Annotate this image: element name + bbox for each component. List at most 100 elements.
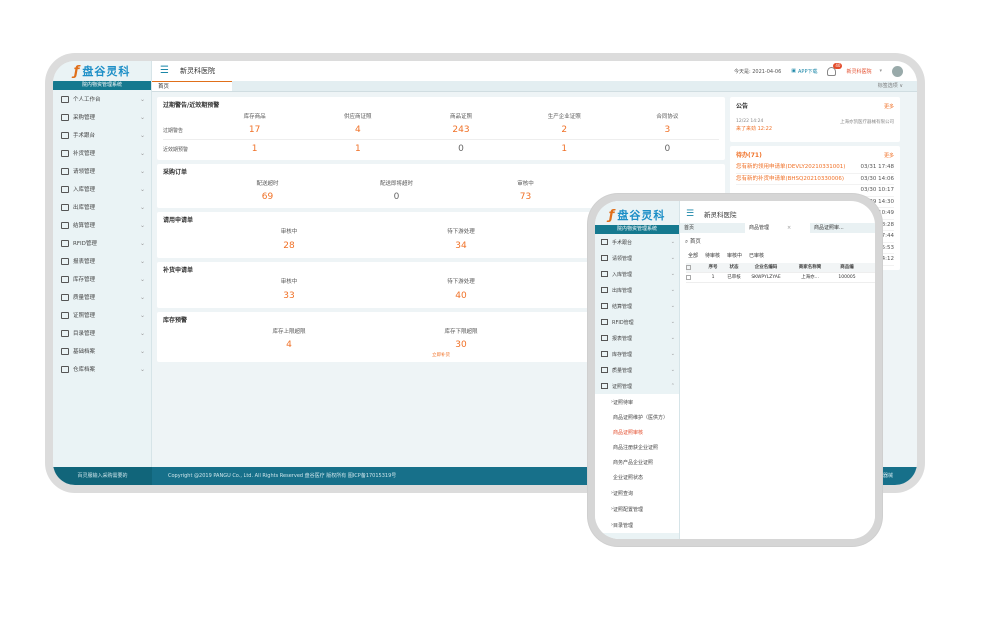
warning-value[interactable]: 1 — [203, 144, 306, 154]
menu-icon[interactable]: ☰ — [160, 66, 170, 76]
warning-value[interactable]: 0 — [409, 144, 512, 154]
warning-value[interactable]: 1 — [513, 144, 616, 154]
table-row[interactable]: 1 已审核 SKWPYLZYAE 上海亦... 100005 — [686, 273, 875, 283]
chevron-up-icon: ⌃ — [670, 383, 675, 389]
mobile-sub-group[interactable]: › 证照配置管理 — [595, 501, 679, 517]
menu-item-icon — [601, 319, 608, 325]
sidebar-item[interactable]: RFID管理 ⌄ — [53, 234, 151, 252]
bell-icon: 40 — [827, 62, 843, 76]
mobile-filter-tab[interactable]: 待审核 — [705, 252, 720, 259]
mobile-sidebar-item[interactable]: 质量管理 ⌄ — [595, 362, 679, 378]
purchase-value[interactable]: 0 — [332, 192, 461, 202]
checkbox[interactable] — [686, 263, 702, 272]
warning-value[interactable]: 17 — [203, 125, 306, 135]
purchase-value[interactable]: 73 — [461, 192, 590, 202]
mobile-search[interactable]: ⌕ 首页 — [685, 237, 701, 246]
todo-item[interactable]: 您有新的补货申请单(BHSQ20210330006) 03/30 14:06 — [736, 174, 894, 185]
avatar[interactable] — [892, 65, 903, 77]
tab-options-button[interactable]: 标签选项 ∨ — [878, 81, 917, 91]
mobile-col-header: 序号 — [708, 265, 718, 270]
mobile-sidebar-item[interactable]: RFID管理 ⌄ — [595, 314, 679, 330]
sidebar-item[interactable]: 目录管理 ⌄ — [53, 324, 151, 342]
stock-value[interactable]: 30 — [375, 340, 547, 350]
notification-badge: 40 — [833, 62, 843, 69]
menu-icon[interactable]: ☰ — [686, 209, 696, 219]
warning-value[interactable]: 4 — [306, 125, 409, 135]
mobile-sub-item[interactable]: 企业证照状态 — [595, 470, 679, 485]
sidebar-item[interactable]: 质量管理 ⌄ — [53, 288, 151, 306]
chevron-down-icon: ⌄ — [139, 113, 145, 121]
mobile-sidebar-item[interactable]: 报表管理 ⌄ — [595, 330, 679, 346]
notice-more-link[interactable]: 更多 — [884, 101, 894, 113]
mobile-sub-group[interactable]: › 目录管理 — [595, 517, 679, 533]
requisition-value[interactable]: 28 — [203, 241, 375, 251]
mobile-sidebar-item[interactable]: 结算管理 ⌄ — [595, 298, 679, 314]
stock-value[interactable]: 4 — [203, 340, 375, 350]
warning-value[interactable]: 2 — [513, 125, 616, 135]
sidebar-item[interactable]: 采购管理 ⌄ — [53, 108, 151, 126]
sidebar-item[interactable]: 仓库档案 ⌄ — [53, 360, 151, 378]
warning-value[interactable]: 0 — [616, 144, 719, 154]
menu-item-icon — [61, 113, 69, 121]
mobile-filter-tab[interactable]: 已审核 — [749, 252, 764, 259]
search-icon: ⌕ — [685, 239, 689, 245]
chevron-down-icon: ⌄ — [139, 167, 145, 175]
replenish-value[interactable]: 40 — [375, 291, 547, 301]
notice-text[interactable]: 来了来劲 12:22 — [736, 125, 894, 132]
mobile-sub-item[interactable]: 商务产品企业证照 — [595, 455, 679, 470]
sidebar-item[interactable]: 入库管理 ⌄ — [53, 180, 151, 198]
tab-home[interactable]: 首页 — [152, 81, 232, 91]
sidebar-item[interactable]: 手术跟台 ⌄ — [53, 126, 151, 144]
mobile-tab[interactable]: 商品证照审... — [810, 223, 875, 233]
mobile-filter-tab[interactable]: 全部 — [688, 252, 698, 259]
mobile-sidebar-item[interactable]: 请领管理 ⌄ — [595, 250, 679, 266]
mobile-sidebar-item[interactable]: 出库管理 ⌄ — [595, 282, 679, 298]
notification-button[interactable]: 40 — [827, 62, 843, 76]
mobile-sub-group[interactable]: › 证照查询 — [595, 485, 679, 501]
mobile-sub-item[interactable]: 商品证照维护（医供方） — [595, 410, 679, 425]
table-cell: 上海亦... — [801, 275, 819, 280]
mobile-tab-label: 商品证照审... — [814, 225, 844, 231]
warning-row: 近效期预警 1 1 0 1 0 — [163, 142, 719, 156]
sidebar-item[interactable]: 证照管理 ⌄ — [53, 306, 151, 324]
mobile-sidebar-item[interactable]: 入库管理 ⌄ — [595, 266, 679, 282]
sidebar-item-label: 仓库档案 — [73, 367, 96, 373]
sidebar-item[interactable]: 补货管理 ⌄ — [53, 144, 151, 162]
mobile-tab[interactable]: 商品管理 × — [745, 223, 810, 233]
mobile-sub-group-label: 证照查询 — [613, 490, 634, 497]
purchase-value[interactable]: 69 — [203, 192, 332, 202]
chevron-down-icon: ⌄ — [139, 293, 145, 301]
todo-more-link[interactable]: 更多 — [884, 150, 894, 162]
sidebar-item[interactable]: 基础档案 ⌄ — [53, 342, 151, 360]
menu-item-icon — [61, 149, 69, 157]
requisition-col-header: 审核中 — [280, 229, 298, 235]
sidebar-item[interactable]: 出库管理 ⌄ — [53, 198, 151, 216]
menu-item-icon — [601, 303, 608, 309]
user-menu[interactable]: 新灵科医院 ▾ — [846, 68, 882, 75]
sidebar-item[interactable]: 报表管理 ⌄ — [53, 252, 151, 270]
sidebar-item[interactable]: 结算管理 ⌄ — [53, 216, 151, 234]
requisition-value[interactable]: 34 — [375, 241, 547, 251]
warning-value[interactable]: 1 — [306, 144, 409, 154]
mobile-tab-label: 首页 — [684, 225, 695, 231]
app-download-button[interactable]: ▣ APP下载 — [791, 68, 817, 75]
checkbox[interactable] — [686, 273, 702, 282]
mobile-sidebar-item[interactable]: 库存管理 ⌄ — [595, 346, 679, 362]
chevron-down-icon: ⌄ — [670, 335, 675, 341]
sidebar-item[interactable]: 个人工作台 ⌄ — [53, 90, 151, 108]
sidebar-item[interactable]: 请领管理 ⌄ — [53, 162, 151, 180]
replenish-value[interactable]: 33 — [203, 291, 375, 301]
mobile-tab[interactable]: 首页 — [680, 223, 745, 233]
mobile-sub-item[interactable]: 商品证照审核 — [595, 425, 679, 440]
mobile-sub-item[interactable]: 商品注册获企业证照 — [595, 440, 679, 455]
close-icon[interactable]: × — [787, 225, 791, 231]
todo-item[interactable]: 您有新的领用申请单(DEVLY20210331001) 03/31 17:48 — [736, 162, 894, 174]
mobile-filter-tab[interactable]: 审核中 — [727, 252, 742, 259]
sidebar-item[interactable]: 库存管理 ⌄ — [53, 270, 151, 288]
mobile-sub-group[interactable]: › 证照待审 — [595, 394, 679, 410]
mobile-sidebar-item[interactable]: 证照管理 ⌃ — [595, 378, 679, 394]
restock-link[interactable]: 立即补货 — [348, 352, 533, 358]
warning-value[interactable]: 3 — [616, 125, 719, 135]
warning-value[interactable]: 243 — [409, 125, 512, 135]
mobile-sidebar-item[interactable]: 手术跟台 ⌄ — [595, 234, 679, 250]
